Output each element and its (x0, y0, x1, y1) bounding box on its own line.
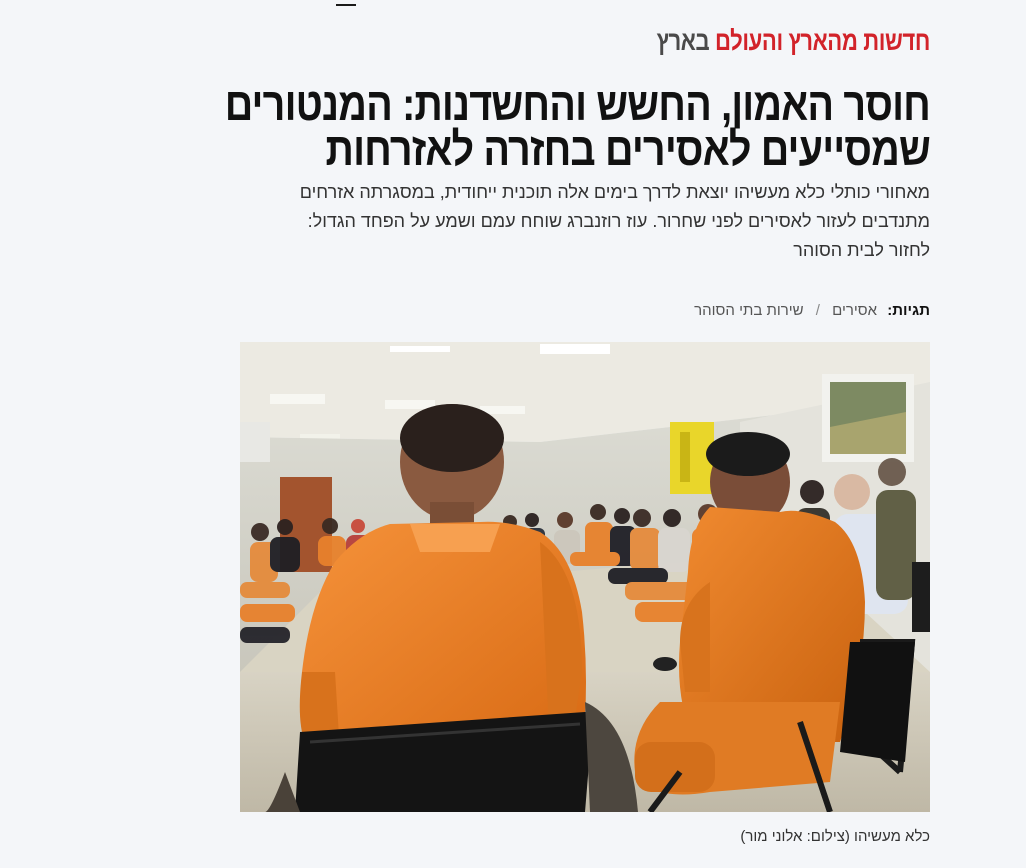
tag-separator: / (815, 302, 820, 319)
headline-line-2: שמסייעים לאסירים בחזרה לאזרחות (325, 123, 931, 175)
page: חדשות מהארץ והעולם בארץ חוסר האמון, החשש… (0, 0, 1026, 868)
breadcrumb: חדשות מהארץ והעולם בארץ (364, 22, 931, 60)
article: חדשות מהארץ והעולם בארץ חוסר האמון, החשש… (224, 22, 931, 321)
tags-label: תגיות: (887, 302, 930, 319)
tag-link-prison-service[interactable]: שירות בתי הסוהר (694, 302, 803, 319)
subhead-line-1: מאחורי כותלי כלא מעשיהו יוצאת לדרך בימים… (299, 182, 930, 202)
photo-caption: כלא מעשיהו (צילום: אלוני מור) (740, 828, 930, 845)
header-remnant (336, 0, 356, 6)
headline-line-1: חוסר האמון, החשש והחשדנות: המנטורים (224, 78, 931, 130)
breadcrumb-section-link[interactable]: חדשות מהארץ והעולם (715, 26, 930, 56)
article-subhead: מאחורי כותלי כלא מעשיהו יוצאת לדרך בימים… (240, 178, 930, 265)
subhead-line-2: מתנדבים לעזור לאסירים לפני שחרור. עוז רו… (307, 211, 930, 231)
tag-link-prisoners[interactable]: אסירים (832, 302, 877, 319)
article-headline: חוסר האמון, החשש והחשדנות: המנטורים שמסי… (224, 78, 931, 175)
breadcrumb-subsection-link[interactable]: בארץ (657, 26, 710, 56)
subhead-line-3: לחזור לבית הסוהר (793, 240, 930, 260)
tags-bar: תגיות: אסירים / שירות בתי הסוהר (240, 301, 930, 321)
article-photo[interactable] (240, 342, 930, 812)
